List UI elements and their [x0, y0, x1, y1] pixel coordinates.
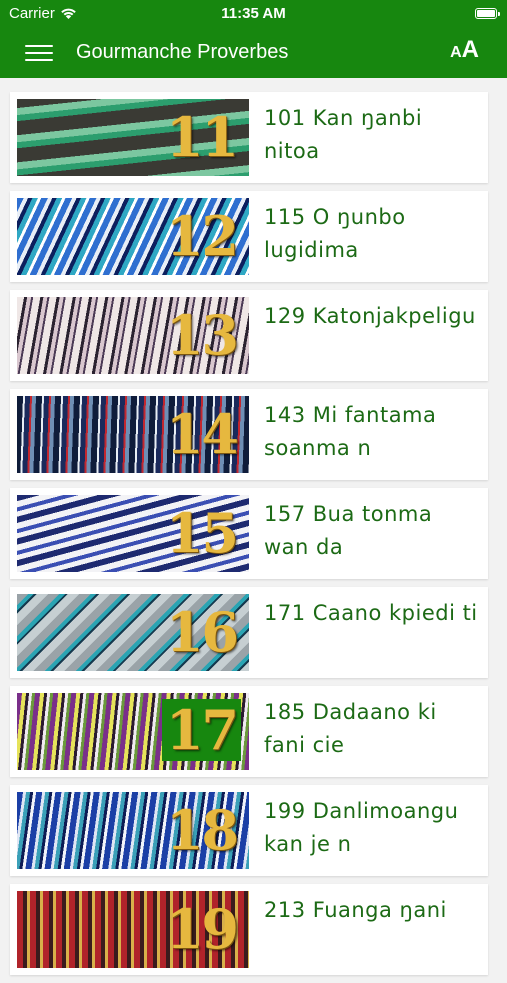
fabric-thumbnail: 11	[17, 99, 249, 176]
list-item-title: 157 Bua tonma wan da	[264, 502, 433, 559]
font-size-button[interactable]: AA	[450, 36, 479, 64]
fabric-thumbnail: 16	[17, 594, 249, 671]
list-item-title: 115 O ŋunbo lugidima	[264, 205, 406, 262]
fabric-thumbnail: 12	[17, 198, 249, 275]
proverb-list: 11 101 Kan ŋanbi nitoa 12 115 O ŋunbo lu…	[10, 92, 488, 983]
list-item-title: 143 Mi fantama soanma n	[264, 403, 437, 460]
status-time: 11:35 AM	[221, 5, 286, 22]
fabric-thumbnail: 17	[17, 693, 249, 770]
list-item[interactable]: 19 213 Fuanga ŋani	[10, 884, 488, 975]
fabric-thumbnail: 14	[17, 396, 249, 473]
thumbnail-number: 12	[165, 204, 239, 268]
font-size-big-label: A	[461, 36, 479, 63]
fabric-thumbnail: 19	[17, 891, 249, 968]
font-size-small-label: A	[450, 44, 462, 61]
list-item[interactable]: 11 101 Kan ŋanbi nitoa	[10, 92, 488, 183]
list-item-title: 185 Dadaano ki fani cie	[264, 700, 437, 757]
thumbnail-number: 15	[165, 501, 239, 565]
thumbnail-number: 18	[165, 798, 239, 862]
thumbnail-number: 19	[165, 897, 239, 961]
list-item-title: 213 Fuanga ŋani	[264, 898, 447, 922]
thumbnail-number: 13	[165, 303, 239, 367]
list-item-title: 129 Katonjakpeligu	[264, 304, 476, 328]
fabric-thumbnail: 15	[17, 495, 249, 572]
list-item[interactable]: 13 129 Katonjakpeligu	[10, 290, 488, 381]
list-item-title: 171 Caano kpiedi ti	[264, 601, 478, 625]
list-item[interactable]: 12 115 O ŋunbo lugidima	[10, 191, 488, 282]
page-title: Gourmanche Proverbes	[76, 41, 289, 63]
menu-icon[interactable]	[25, 42, 53, 64]
list-item[interactable]: 18 199 Danlimoangu kan je n	[10, 785, 488, 876]
fabric-thumbnail: 18	[17, 792, 249, 869]
thumbnail-number: 11	[165, 105, 239, 169]
thumbnail-number: 14	[165, 402, 239, 466]
list-item[interactable]: 16 171 Caano kpiedi ti	[10, 587, 488, 678]
list-item[interactable]: 15 157 Bua tonma wan da	[10, 488, 488, 579]
list-item-title: 199 Danlimoangu kan je n	[264, 799, 459, 856]
list-item[interactable]: 14 143 Mi fantama soanma n	[10, 389, 488, 480]
status-bar: Carrier 11:35 AM	[0, 0, 507, 30]
nav-bar: Gourmanche Proverbes AA	[0, 30, 507, 78]
thumbnail-number: 16	[165, 600, 239, 664]
list-item-title: 101 Kan ŋanbi nitoa	[264, 106, 423, 163]
battery-icon	[475, 8, 500, 19]
list-item[interactable]: 17 185 Dadaano ki fani cie	[10, 686, 488, 777]
thumbnail-number: 17	[161, 699, 241, 761]
fabric-thumbnail: 13	[17, 297, 249, 374]
